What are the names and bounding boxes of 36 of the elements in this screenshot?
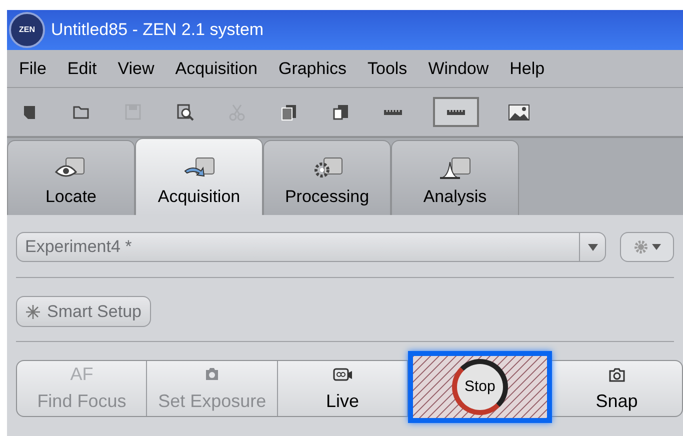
menu-item[interactable]: Acquisition <box>175 56 258 82</box>
smart-setup-button[interactable]: Smart Setup <box>16 296 150 327</box>
tab[interactable]: Acquisition <box>135 138 263 215</box>
peak-curve-icon <box>438 156 472 180</box>
menu-item[interactable]: File <box>19 56 46 82</box>
action-button[interactable]: Snap <box>552 361 682 416</box>
tab[interactable]: Locate <box>7 140 135 215</box>
curved-arrow-icon <box>182 156 216 180</box>
folder-icon <box>73 106 89 118</box>
app-logo: ZEN <box>9 12 45 48</box>
dropdown-caret-icon <box>588 244 598 250</box>
menu-item[interactable]: Tools <box>368 56 408 82</box>
ruler-icon <box>446 108 466 116</box>
menu-item[interactable]: Window <box>428 56 489 82</box>
menu-item[interactable]: Graphics <box>278 56 346 82</box>
af-label: AF <box>70 362 94 386</box>
stop-button[interactable]: Stop <box>413 356 547 418</box>
menu-item[interactable]: Edit <box>67 56 97 82</box>
paste-icon <box>333 104 349 120</box>
window-title: Untitled85 - ZEN 2.1 system <box>51 19 264 42</box>
experiment-dropdown[interactable]: Experiment4 * <box>16 232 606 262</box>
landscape-image-icon <box>508 104 530 120</box>
page-icon <box>22 104 36 120</box>
copy-icon <box>281 104 297 120</box>
action-button[interactable]: Live <box>278 361 408 416</box>
gear-icon <box>633 239 649 255</box>
tab[interactable]: Processing <box>263 140 391 215</box>
dropdown-caret-icon <box>652 244 661 250</box>
magnifier-icon <box>176 104 194 120</box>
toolbar-button[interactable] <box>433 97 479 127</box>
ruler-icon <box>383 108 403 116</box>
experiment-value: Experiment4 * <box>24 236 133 258</box>
menu-item[interactable]: View <box>118 56 154 82</box>
sparkle-icon <box>25 304 41 320</box>
menu-item[interactable]: Help <box>510 56 545 82</box>
tab[interactable]: Analysis <box>391 140 519 215</box>
